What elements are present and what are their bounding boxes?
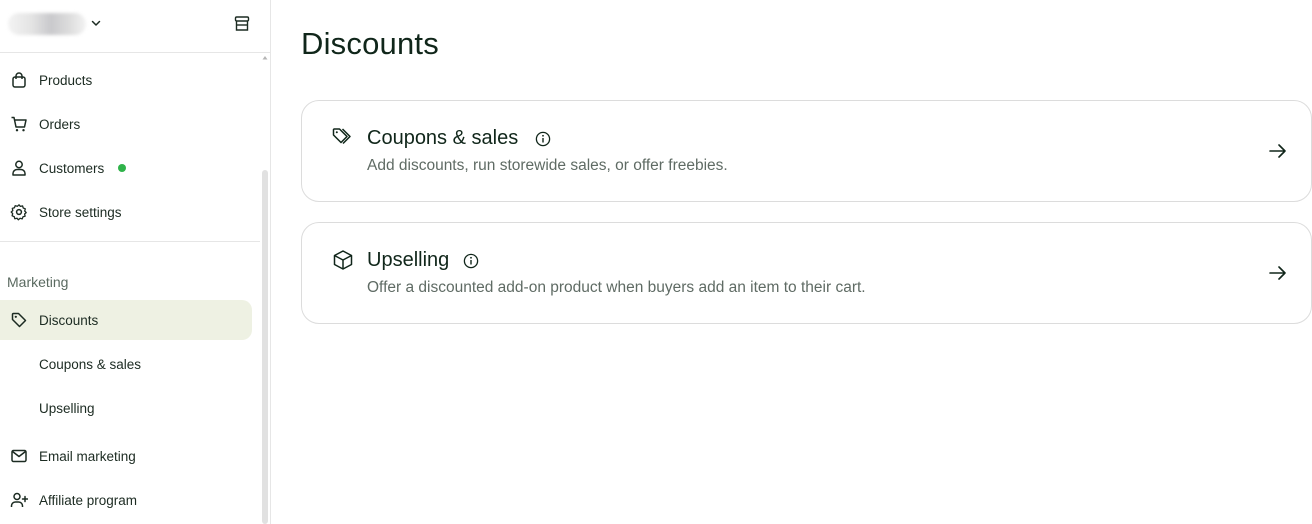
sidebar-item-label: Affiliate program bbox=[39, 492, 138, 508]
info-icon[interactable] bbox=[463, 253, 479, 269]
card-description: Offer a discounted add-on product when b… bbox=[367, 279, 866, 296]
card-description: Add discounts, run storewide sales, or o… bbox=[367, 157, 728, 174]
section-label-marketing: Marketing bbox=[7, 274, 69, 290]
sidebar-item-products[interactable]: Products bbox=[0, 60, 252, 100]
mail-icon bbox=[11, 449, 27, 463]
sidebar-item-label: Orders bbox=[39, 116, 81, 132]
store-name-blurred[interactable] bbox=[8, 13, 86, 35]
sidebar: Products Orders Customers Store settings… bbox=[0, 0, 271, 524]
sidebar-item-label: Discounts bbox=[39, 312, 99, 328]
sidebar-item-store-settings[interactable]: Store settings bbox=[0, 192, 252, 232]
person-icon bbox=[12, 160, 26, 176]
tag-icon bbox=[11, 312, 27, 328]
cart-icon bbox=[11, 116, 27, 132]
sidebar-item-affiliate-program[interactable]: Affiliate program bbox=[0, 480, 252, 520]
gear-icon bbox=[10, 204, 27, 221]
card-title: Coupons & sales bbox=[367, 127, 519, 149]
storefront-icon[interactable] bbox=[233, 15, 251, 33]
sidebar-divider bbox=[0, 241, 260, 242]
sidebar-item-label: Customers bbox=[39, 160, 105, 176]
scrollbar-thumb[interactable] bbox=[262, 170, 268, 524]
sidebar-item-email-marketing[interactable]: Email marketing bbox=[0, 436, 252, 476]
sidebar-item-discounts[interactable]: Discounts bbox=[0, 300, 252, 340]
shopping-bag-icon bbox=[12, 72, 26, 88]
sidebar-item-customers[interactable]: Customers bbox=[0, 148, 252, 188]
scroll-up-arrow-icon[interactable] bbox=[262, 55, 268, 60]
sidebar-subitem-coupons-sales[interactable]: Coupons & sales bbox=[0, 344, 252, 384]
sidebar-item-label: Coupons & sales bbox=[39, 356, 142, 372]
page-title: Discounts bbox=[301, 26, 439, 61]
sidebar-item-label: Store settings bbox=[39, 204, 122, 220]
sidebar-item-orders[interactable]: Orders bbox=[0, 104, 252, 144]
person-add-icon bbox=[10, 492, 28, 507]
sidebar-item-label: Email marketing bbox=[39, 448, 136, 464]
coupons-sales-card[interactable]: Coupons & sales Add discounts, run store… bbox=[301, 100, 1312, 202]
arrow-right-icon[interactable] bbox=[1268, 141, 1288, 161]
upselling-card[interactable]: Upselling Offer a discounted add-on prod… bbox=[301, 222, 1312, 324]
sidebar-item-label: Upselling bbox=[39, 400, 95, 416]
card-title: Upselling bbox=[367, 249, 450, 271]
store-switcher[interactable] bbox=[0, 0, 270, 53]
chevron-down-icon[interactable] bbox=[90, 17, 102, 29]
tags-icon bbox=[332, 128, 351, 145]
sidebar-subitem-upselling[interactable]: Upselling bbox=[0, 388, 252, 428]
box-icon bbox=[333, 250, 353, 270]
info-icon[interactable] bbox=[535, 131, 551, 147]
customers-status-dot bbox=[118, 164, 126, 172]
arrow-right-icon[interactable] bbox=[1268, 263, 1288, 283]
sidebar-item-label: Products bbox=[39, 72, 93, 88]
